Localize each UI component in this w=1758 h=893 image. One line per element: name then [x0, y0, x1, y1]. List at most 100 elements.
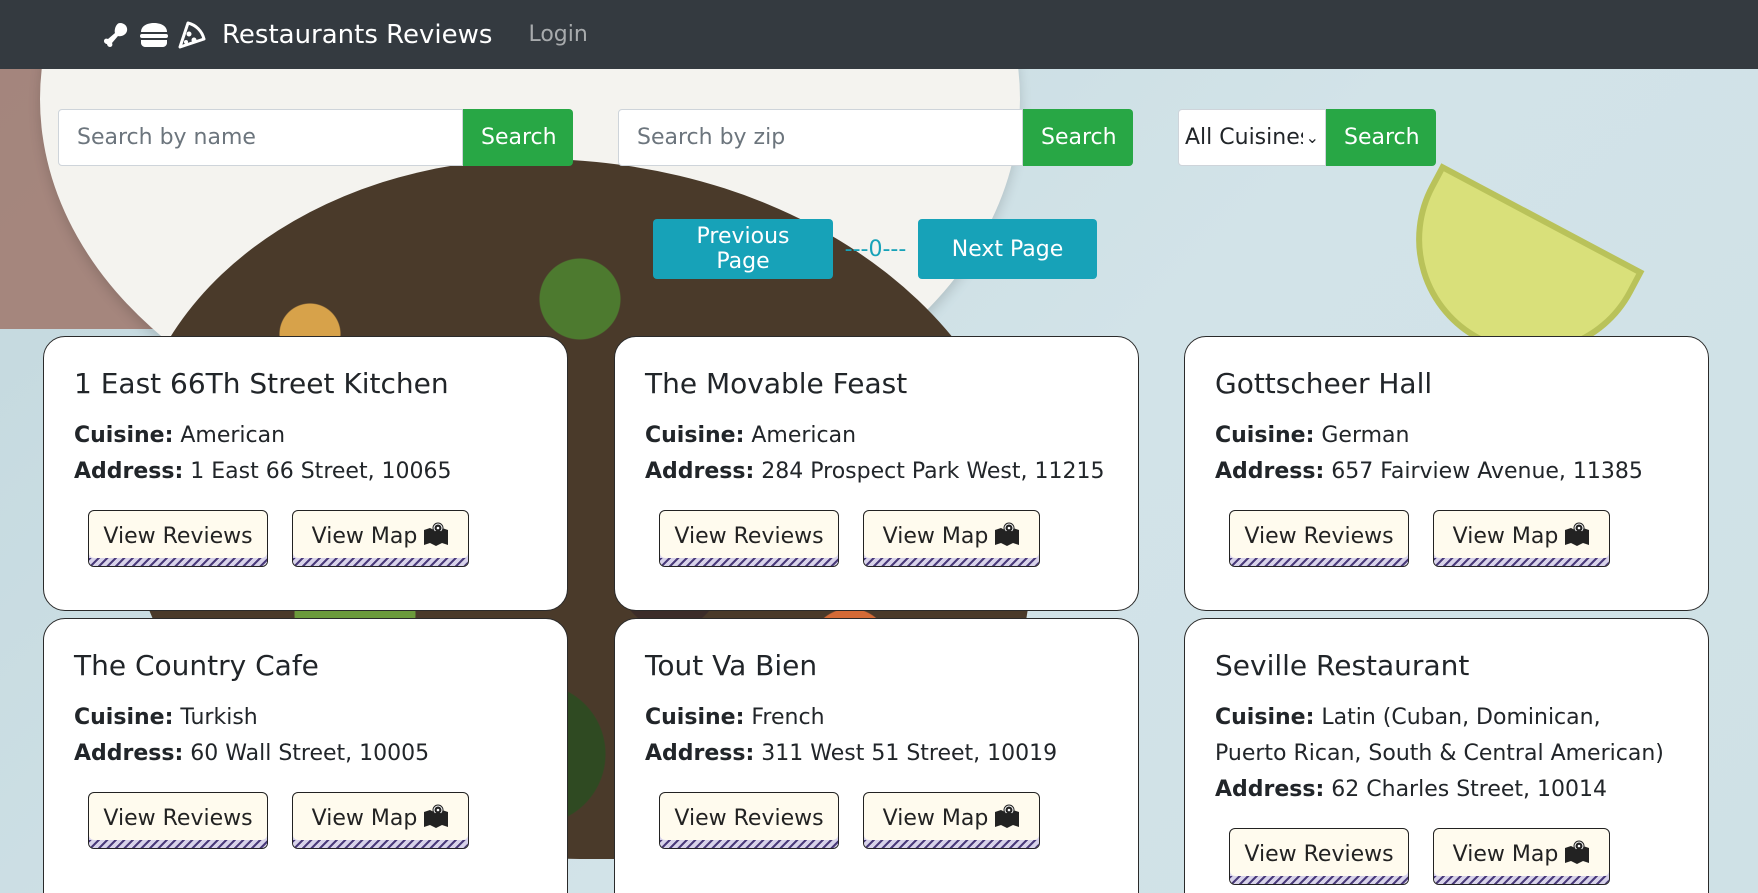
- cuisine-line: Cuisine: American: [645, 418, 1108, 454]
- map-marker-icon: [1564, 522, 1590, 552]
- cuisine-value: American: [180, 423, 286, 448]
- map-marker-icon: [423, 522, 449, 552]
- view-reviews-label: View Reviews: [103, 524, 253, 549]
- restaurant-name: Seville Restaurant: [1215, 649, 1470, 682]
- address-value: 657 Fairview Avenue, 11385: [1331, 459, 1643, 484]
- view-map-button[interactable]: View Map: [863, 792, 1040, 849]
- card-actions: View Reviews View Map: [645, 792, 1108, 849]
- view-reviews-label: View Reviews: [674, 524, 824, 549]
- zip-search-button[interactable]: Search: [1023, 109, 1133, 166]
- name-search-group: Search: [58, 109, 573, 166]
- address-value: 1 East 66 Street, 10065: [190, 459, 452, 484]
- restaurant-card: Tout Va Bien Cuisine: French Address: 31…: [614, 618, 1139, 893]
- cuisine-label: Cuisine:: [645, 423, 745, 448]
- view-map-label: View Map: [311, 524, 418, 549]
- pagination: Previous Page ---0--- Next Page: [653, 219, 1097, 279]
- view-map-button[interactable]: View Map: [863, 510, 1040, 567]
- name-search-button[interactable]: Search: [463, 109, 573, 166]
- cuisine-search-group: All Cuisines ⌄ Search: [1178, 109, 1436, 166]
- view-reviews-label: View Reviews: [103, 806, 253, 831]
- brand-title[interactable]: Restaurants Reviews: [222, 20, 492, 50]
- restaurant-card: The Movable Feast Cuisine: American Addr…: [614, 336, 1139, 611]
- cuisine-value: French: [751, 705, 825, 730]
- restaurant-card: Gottscheer Hall Cuisine: German Address:…: [1184, 336, 1709, 611]
- drumstick-icon: [104, 22, 128, 47]
- cuisine-select[interactable]: All Cuisines ⌄: [1178, 109, 1326, 166]
- page-number: ---0---: [844, 236, 907, 262]
- card-actions: View Reviews View Map: [74, 510, 537, 567]
- login-link[interactable]: Login: [528, 22, 587, 47]
- address-value: 60 Wall Street, 10005: [190, 741, 430, 766]
- restaurant-name: 1 East 66Th Street Kitchen: [74, 367, 449, 400]
- view-map-label: View Map: [882, 524, 989, 549]
- address-label: Address:: [645, 741, 755, 766]
- cuisine-value: Turkish: [180, 705, 258, 730]
- address-line: Address: 62 Charles Street, 10014: [1215, 772, 1678, 808]
- cuisine-label: Cuisine:: [1215, 705, 1315, 730]
- name-search-input[interactable]: [58, 109, 463, 166]
- address-line: Address: 1 East 66 Street, 10065: [74, 454, 537, 490]
- restaurant-name: Gottscheer Hall: [1215, 367, 1433, 400]
- chevron-down-icon: ⌄: [1305, 128, 1319, 147]
- map-marker-icon: [1564, 840, 1590, 870]
- view-map-label: View Map: [311, 806, 418, 831]
- view-reviews-button[interactable]: View Reviews: [1229, 828, 1409, 885]
- view-map-label: View Map: [1452, 524, 1559, 549]
- cuisine-search-button[interactable]: Search: [1326, 109, 1436, 166]
- view-map-label: View Map: [1452, 842, 1559, 867]
- card-actions: View Reviews View Map: [1215, 828, 1678, 885]
- view-map-button[interactable]: View Map: [1433, 828, 1610, 885]
- cuisine-label: Cuisine:: [74, 705, 174, 730]
- view-reviews-button[interactable]: View Reviews: [659, 510, 839, 567]
- address-line: Address: 657 Fairview Avenue, 11385: [1215, 454, 1678, 490]
- address-value: 62 Charles Street, 10014: [1331, 777, 1608, 802]
- zip-search-group: Search: [618, 109, 1133, 166]
- view-map-label: View Map: [882, 806, 989, 831]
- address-label: Address:: [74, 459, 184, 484]
- zip-search-input[interactable]: [618, 109, 1023, 166]
- pizza-icon: [178, 21, 206, 48]
- address-label: Address:: [645, 459, 755, 484]
- cuisine-value: German: [1321, 423, 1410, 448]
- cuisine-value: American: [751, 423, 857, 448]
- view-reviews-button[interactable]: View Reviews: [88, 510, 268, 567]
- card-actions: View Reviews View Map: [645, 510, 1108, 567]
- restaurant-name: The Country Cafe: [74, 649, 319, 682]
- cuisine-line: Cuisine: Turkish: [74, 700, 537, 736]
- previous-page-button[interactable]: Previous Page: [653, 219, 833, 279]
- view-map-button[interactable]: View Map: [1433, 510, 1610, 567]
- cuisine-line: Cuisine: German: [1215, 418, 1678, 454]
- next-page-button[interactable]: Next Page: [918, 219, 1097, 279]
- map-marker-icon: [994, 804, 1020, 834]
- view-map-button[interactable]: View Map: [292, 792, 469, 849]
- restaurant-name: Tout Va Bien: [645, 649, 818, 682]
- restaurant-name: The Movable Feast: [645, 367, 908, 400]
- map-marker-icon: [423, 804, 449, 834]
- restaurant-card: The Country Cafe Cuisine: Turkish Addres…: [43, 618, 568, 893]
- cuisine-label: Cuisine:: [645, 705, 745, 730]
- restaurant-card: Seville Restaurant Cuisine: Latin (Cuban…: [1184, 618, 1709, 893]
- address-value: 284 Prospect Park West, 11215: [761, 459, 1105, 484]
- view-map-button[interactable]: View Map: [292, 510, 469, 567]
- brand[interactable]: Restaurants Reviews: [100, 19, 492, 51]
- card-actions: View Reviews View Map: [1215, 510, 1678, 567]
- address-line: Address: 311 West 51 Street, 10019: [645, 736, 1108, 772]
- cuisine-select-value: All Cuisines: [1185, 125, 1303, 150]
- view-reviews-label: View Reviews: [674, 806, 824, 831]
- card-actions: View Reviews View Map: [74, 792, 537, 849]
- cuisine-line: Cuisine: American: [74, 418, 537, 454]
- view-reviews-button[interactable]: View Reviews: [88, 792, 268, 849]
- cuisine-line: Cuisine: French: [645, 700, 1108, 736]
- view-reviews-button[interactable]: View Reviews: [1229, 510, 1409, 567]
- address-label: Address:: [1215, 459, 1325, 484]
- map-marker-icon: [994, 522, 1020, 552]
- address-value: 311 West 51 Street, 10019: [761, 741, 1058, 766]
- address-line: Address: 60 Wall Street, 10005: [74, 736, 537, 772]
- address-label: Address:: [1215, 777, 1325, 802]
- restaurant-card: 1 East 66Th Street Kitchen Cuisine: Amer…: [43, 336, 568, 611]
- view-reviews-button[interactable]: View Reviews: [659, 792, 839, 849]
- cuisine-line: Cuisine: Latin (Cuban, Dominican, Puerto…: [1215, 700, 1678, 772]
- cuisine-label: Cuisine:: [1215, 423, 1315, 448]
- navbar: Restaurants Reviews Login: [0, 0, 1758, 69]
- view-reviews-label: View Reviews: [1244, 842, 1394, 867]
